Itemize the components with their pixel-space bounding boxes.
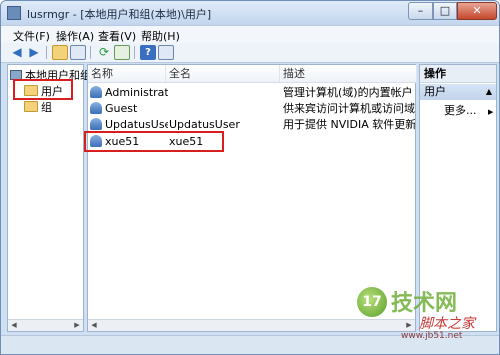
scroll-left-icon[interactable]: ◀ [88,320,100,331]
tree-pane: 本地用户和组 用户 组 ◀ ▶ [7,64,91,332]
column-header-description[interactable]: 描述 [280,65,417,83]
user-icon [90,118,102,130]
tree-horizontal-scrollbar[interactable]: ◀ ▶ [8,319,83,331]
users-highlight-box [13,79,73,100]
menu-bar: 文件(F) 操作(A) 查看(V) 帮助(H) [1,25,499,43]
scroll-left-icon[interactable]: ◀ [8,320,20,331]
export-icon[interactable] [114,45,130,60]
table-row[interactable]: Administrat... 管理计算机(域)的内置帐户 [88,85,415,100]
collapse-arrow-icon[interactable]: ▲ [486,84,492,100]
tree-item-groups[interactable]: 组 [24,99,52,115]
user-name: Administrat... [105,86,168,99]
back-arrow-icon[interactable]: ◀ [9,45,25,60]
watermark-subtitle: 脚本之家 [419,316,475,332]
up-folder-icon[interactable] [52,45,68,60]
user-name: Guest [105,102,138,115]
forward-arrow-icon[interactable]: ▶ [26,45,42,60]
lusrmgr-window: lusrmgr - [本地用户和组(本地)\用户] – □ ✕ 文件(F) 操作… [0,0,500,355]
table-row[interactable]: Guest 供来宾访问计算机或访问域的内... [88,101,415,116]
toolbar-separator [90,46,91,59]
user-description: 用于提供 NVIDIA 软件更新 [283,118,415,131]
xue51-highlight-box [84,131,224,152]
toolbar-separator [134,46,135,59]
toolbar-separator [46,46,47,59]
refresh-icon[interactable]: ⟳ [96,45,112,60]
user-name-cell: UpdatusUser [90,117,168,132]
user-icon [90,86,102,98]
tree-item-groups-label: 组 [41,101,52,114]
folder-icon [24,101,38,112]
help-icon[interactable]: ? [140,45,156,60]
column-header-fullname[interactable]: 全名 [166,65,280,83]
properties-icon[interactable] [158,45,174,60]
more-actions-link[interactable]: 更多... ▶ [444,103,493,120]
user-name-cell: Administrat... [90,85,168,100]
user-icon [90,102,102,114]
watermark-url: www.jb51.net [401,331,463,341]
actions-header: 操作 [420,65,496,83]
toolbar: ◀ ▶ ⟳ ? [1,43,499,63]
user-description: 供来宾访问计算机或访问域的内... [283,102,415,115]
watermark: 17 技术网 脚本之家 www.jb51.net [357,283,497,343]
submenu-arrow-icon: ▶ [488,108,494,116]
actions-section-label: 用户 [424,85,446,98]
app-icon [7,6,21,20]
column-header-name[interactable]: 名称 [88,65,166,83]
menu-action[interactable]: 操作(A) [56,28,94,44]
actions-section-users[interactable]: 用户 ▲ [420,84,496,100]
minimize-button[interactable]: – [408,2,433,20]
table-row[interactable]: UpdatusUser UpdatusUser 用于提供 NVIDIA 软件更新 [88,117,415,132]
title-bar[interactable]: lusrmgr - [本地用户和组(本地)\用户] – □ ✕ [1,1,499,25]
user-name: UpdatusUser [105,118,168,131]
user-description: 管理计算机(域)的内置帐户 [283,86,413,99]
user-name-cell: Guest [90,101,168,116]
maximize-button[interactable]: □ [433,2,457,20]
scroll-right-icon[interactable]: ▶ [71,320,83,331]
more-actions-label: 更多... [444,104,477,117]
show-tree-icon[interactable] [70,45,86,60]
menu-help[interactable]: 帮助(H) [141,28,180,44]
user-fullname: UpdatusUser [169,118,240,131]
window-title: lusrmgr - [本地用户和组(本地)\用户] [27,8,212,21]
close-button[interactable]: ✕ [457,2,497,20]
watermark-logo: 17 [357,287,387,317]
menu-view[interactable]: 查看(V) [98,28,136,44]
menu-file[interactable]: 文件(F) [13,28,50,44]
